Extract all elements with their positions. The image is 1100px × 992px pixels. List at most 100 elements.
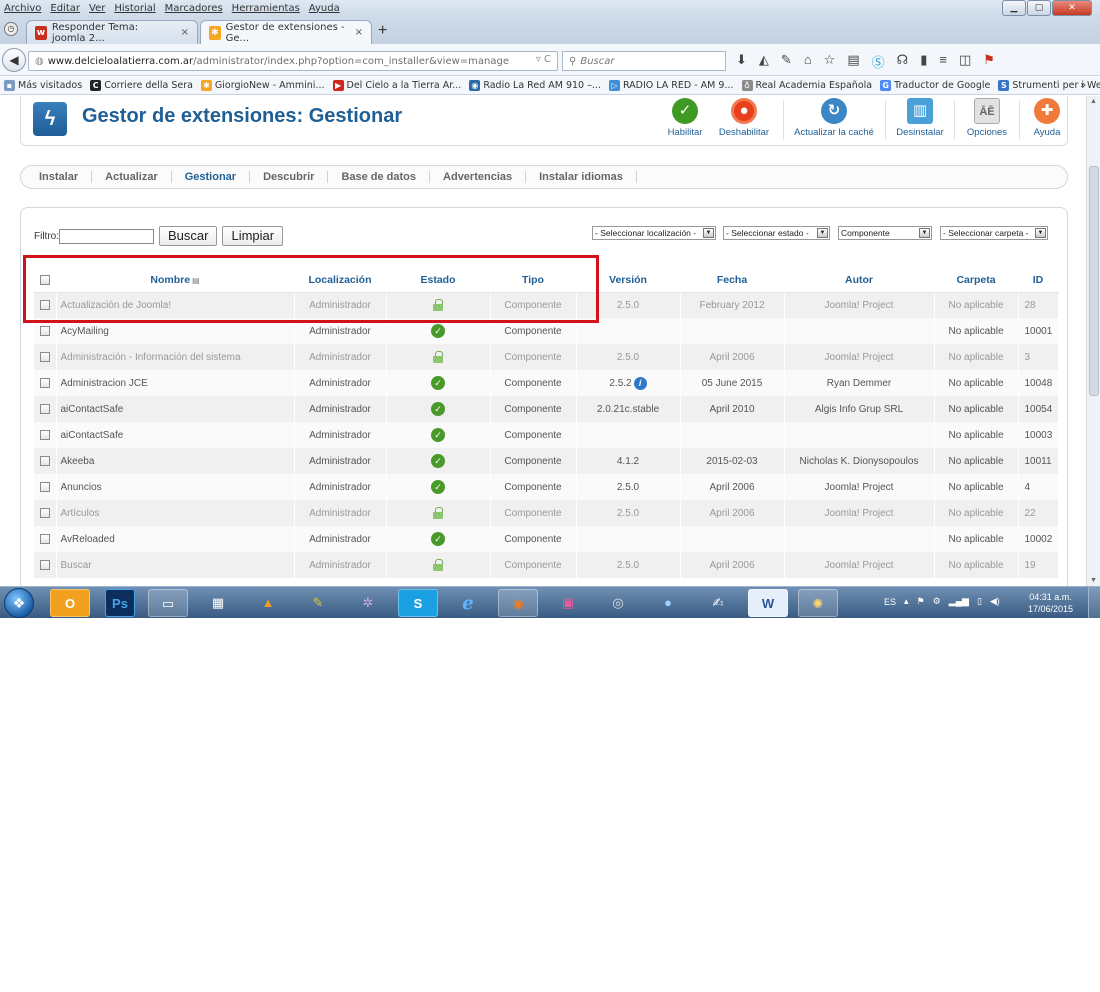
enabled-check-icon[interactable]: ✓: [431, 480, 445, 494]
calculator-icon[interactable]: ▦: [198, 589, 238, 617]
notepad-icon[interactable]: ✍: [698, 589, 738, 617]
menu-ayuda[interactable]: Ayuda: [309, 3, 340, 14]
table-row[interactable]: Buscar Administrador Componente 2.5.0 April …: [34, 552, 1059, 578]
row-checkbox[interactable]: [34, 318, 57, 344]
row-checkbox[interactable]: [34, 474, 57, 500]
enabled-check-icon[interactable]: ✓: [431, 428, 445, 442]
row-checkbox[interactable]: [34, 370, 57, 396]
power-icon[interactable]: ▯: [977, 596, 982, 607]
disable-button[interactable]: ● Deshabilitar: [713, 98, 775, 142]
page-scrollbar[interactable]: ▲ ▼: [1086, 96, 1100, 586]
panel-icon[interactable]: ◫: [959, 52, 971, 71]
clear-button[interactable]: Limpiar: [222, 226, 284, 246]
paint-palette-icon[interactable]: ✺: [798, 589, 838, 617]
enabled-check-icon[interactable]: ✓: [431, 402, 445, 416]
table-row[interactable]: AcyMailing Administrador ✓ Componente No apl…: [34, 318, 1059, 344]
select-all-checkbox[interactable]: [34, 268, 57, 293]
download-icon[interactable]: ⬇: [736, 52, 747, 71]
menu-marcadores[interactable]: Marcadores: [165, 3, 223, 14]
start-button[interactable]: ❖: [4, 588, 34, 618]
state-select[interactable]: - Seleccionar estado - ▼: [723, 226, 830, 240]
update-info-icon[interactable]: i: [633, 376, 647, 390]
file-explorer-icon[interactable]: ▭: [148, 589, 188, 617]
row-checkbox[interactable]: [34, 292, 57, 318]
column-date[interactable]: Fecha: [680, 268, 785, 293]
tab-actualizar[interactable]: Actualizar: [92, 171, 172, 183]
column-name[interactable]: Nombre ▤: [56, 268, 295, 293]
clock[interactable]: 04:31 a.m. 17/06/2015: [1028, 591, 1073, 615]
table-row[interactable]: Akeeba Administrador ✓ Componente 4.1.2 2015-…: [34, 448, 1059, 474]
close-window-icon[interactable]: ✕: [1052, 0, 1092, 16]
send-icon[interactable]: ◭: [759, 52, 769, 71]
flag-icon[interactable]: ⚑: [917, 596, 925, 607]
tab-advertencias[interactable]: Advertencias: [430, 171, 527, 183]
skype-icon[interactable]: Ⓢ: [872, 52, 885, 71]
signal-icon[interactable]: ▂▄▆: [949, 596, 969, 607]
column-folder[interactable]: Carpeta: [934, 268, 1019, 293]
back-arrow-icon[interactable]: ◀: [2, 48, 26, 72]
tab-gestor-extensiones[interactable]: ✱ Gestor de extensiones - Ge... ×: [200, 20, 372, 44]
column-location[interactable]: Localización: [294, 268, 387, 293]
scrollbar-thumb[interactable]: [1089, 166, 1099, 396]
messenger-icon[interactable]: ●: [648, 589, 688, 617]
internet-explorer-icon[interactable]: ℯ: [448, 589, 488, 617]
menu-archivo[interactable]: Archivo: [4, 3, 41, 14]
home-icon[interactable]: ⌂: [804, 52, 812, 71]
column-state[interactable]: Estado: [386, 268, 491, 293]
row-checkbox[interactable]: [34, 344, 57, 370]
url-dropdown-icon[interactable]: ▿ C: [536, 54, 551, 65]
table-row[interactable]: Administración - Información del sistema…: [34, 344, 1059, 370]
column-version[interactable]: Versión: [576, 268, 681, 293]
type-select[interactable]: Componente ▼: [838, 226, 932, 240]
new-tab-button[interactable]: +: [378, 22, 387, 40]
tab-descubrir[interactable]: Descubrir: [250, 171, 329, 183]
firefox-icon[interactable]: ◉: [498, 589, 538, 617]
tab-base-de-datos[interactable]: Base de datos: [328, 171, 431, 183]
language-indicator[interactable]: ES: [884, 597, 896, 607]
url-bar[interactable]: ◍ www.delcieloalatierra.com.ar /administ…: [28, 51, 558, 71]
column-id[interactable]: ID: [1018, 268, 1059, 293]
bookmark-traductor[interactable]: G Traductor de Google: [880, 80, 990, 91]
tab-responder-tema[interactable]: w Responder Tema: joomla 2... ×: [26, 20, 198, 44]
table-row[interactable]: aiContactSafe Administrador ✓ Componente No …: [34, 422, 1059, 448]
bookmark-rae[interactable]: ♁ Real Academia Española: [741, 80, 872, 91]
word-icon[interactable]: W: [748, 589, 788, 617]
webcam-icon[interactable]: ◎: [598, 589, 638, 617]
table-row[interactable]: Administracion JCE Administrador ✓ Componen…: [34, 370, 1059, 396]
skype-taskbar-icon[interactable]: S: [398, 589, 438, 617]
enabled-check-icon[interactable]: ✓: [431, 454, 445, 468]
bookmarks-overflow[interactable]: »: [1080, 80, 1086, 91]
uninstall-button[interactable]: ▥ Desinstalar: [893, 98, 947, 142]
search-button[interactable]: Buscar: [159, 226, 218, 246]
outlook-icon[interactable]: O: [50, 589, 90, 617]
scroll-up-icon[interactable]: ▲: [1090, 98, 1097, 105]
row-checkbox[interactable]: [34, 500, 57, 526]
row-checkbox[interactable]: [34, 552, 57, 578]
menu-herramientas[interactable]: Herramientas: [232, 3, 300, 14]
bookmark-mas-visitados[interactable]: ▪ Más visitados: [4, 80, 82, 91]
addon-icon[interactable]: ✎: [781, 52, 792, 71]
tab-instalar-idiomas[interactable]: Instalar idiomas: [526, 171, 637, 183]
menu-historial[interactable]: Historial: [114, 3, 155, 14]
folder-select[interactable]: - Seleccionar carpeta - ▼: [940, 226, 1048, 240]
bookmark-giorgionew[interactable]: ✱ GiorgioNew - Ammini...: [200, 80, 325, 91]
search-box[interactable]: ⚲ Buscar: [562, 51, 726, 71]
table-row[interactable]: Actualización de Joomla! Administrador Com…: [34, 292, 1059, 318]
row-checkbox[interactable]: [34, 422, 57, 448]
close-tab-icon[interactable]: ×: [181, 27, 189, 38]
network-icon[interactable]: ⚙: [933, 596, 941, 607]
enabled-check-icon[interactable]: ✓: [431, 324, 445, 338]
extension-icon[interactable]: ☊: [897, 52, 909, 71]
column-author[interactable]: Autor: [784, 268, 935, 293]
clipboard-icon[interactable]: ▮: [920, 52, 927, 71]
bookmark-star-icon[interactable]: ☆: [824, 52, 836, 71]
refresh-cache-button[interactable]: ↻ Actualizar la caché: [791, 98, 877, 142]
tab-instalar[interactable]: Instalar: [39, 171, 93, 183]
history-icon[interactable]: ◷: [4, 22, 18, 36]
bookmark-corriere[interactable]: C Corriere della Sera: [90, 80, 193, 91]
extra-icon[interactable]: ⚑: [983, 52, 995, 71]
bookmarks-list-icon[interactable]: ▤: [847, 52, 859, 71]
bookmark-radio-la-red[interactable]: ◉ Radio La Red AM 910 –...: [469, 80, 601, 91]
close-tab-icon[interactable]: ×: [355, 27, 363, 38]
enabled-check-icon[interactable]: ✓: [431, 376, 445, 390]
